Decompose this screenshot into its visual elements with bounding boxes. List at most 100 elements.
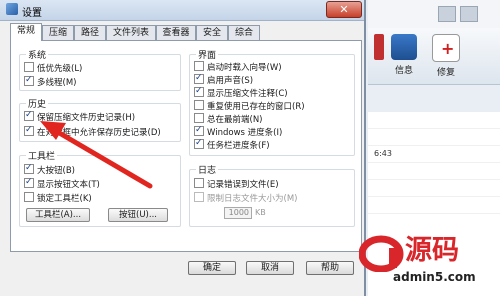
checkbox-box[interactable]	[24, 124, 34, 136]
checkbox-box[interactable]	[194, 192, 204, 202]
group-title: 工具栏	[26, 149, 58, 162]
svg-text:5: 5	[373, 247, 385, 267]
log-errors-checkbox[interactable]: 记录错误到文件(E)	[194, 178, 279, 190]
tab-paths[interactable]: 路径	[74, 25, 106, 40]
watermark-text: 源码	[405, 235, 459, 266]
enable-sound-checkbox[interactable]: 启用声音(S)	[194, 72, 254, 86]
help-button[interactable]: 帮助	[306, 261, 354, 275]
group-title: 系统	[26, 48, 49, 61]
background-toolbar: 信息 + 修复	[368, 28, 500, 85]
low-priority-checkbox[interactable]: 低优先级(L)	[24, 62, 82, 74]
checkbox-label: 大按钮(B)	[37, 166, 75, 176]
checkbox-box[interactable]	[194, 85, 204, 97]
checkbox-label: 在对话框中允许保存历史记录(D)	[37, 128, 161, 138]
checkbox-label: 多线程(M)	[37, 78, 77, 88]
background-titlebar	[368, 0, 500, 29]
checkbox-label: Windows 进度条(I)	[207, 128, 283, 138]
large-buttons-checkbox[interactable]: 大按钮(B)	[24, 162, 75, 176]
taskbar-progress-checkbox[interactable]: 任务栏进度条(F)	[194, 137, 270, 151]
repair-kit-icon: +	[432, 34, 460, 62]
checkbox-box[interactable]	[194, 124, 204, 136]
dialog-title: 设置	[22, 8, 42, 19]
checkbox-label: 记录错误到文件(E)	[207, 180, 279, 190]
always-on-top-checkbox[interactable]: 总在最前端(N)	[194, 113, 263, 125]
tab-viewer[interactable]: 查看器	[156, 25, 196, 40]
checkbox-box[interactable]	[24, 176, 34, 188]
log-group: 日志 记录错误到文件(E) 限制日志文件大小为(M) 1000 KB	[189, 163, 355, 227]
toolbar-repair-label: 修复	[436, 68, 455, 78]
checkbox-label: 总在最前端(N)	[207, 115, 263, 125]
show-button-text-checkbox[interactable]: 显示按钮文本(T)	[24, 176, 100, 190]
windows-progress-bar-checkbox[interactable]: Windows 进度条(I)	[194, 124, 283, 138]
toolbar-info-button[interactable]: 信息	[384, 34, 424, 76]
checkbox-box[interactable]	[194, 137, 204, 149]
history-group: 历史 保留压缩文件历史记录(H) 在对话框中允许保存历史记录(D)	[19, 97, 181, 142]
checkbox-box[interactable]	[24, 162, 34, 174]
multithread-checkbox[interactable]: 多线程(M)	[24, 74, 77, 88]
toolbar-edge	[374, 34, 384, 63]
show-archive-comment-checkbox[interactable]: 显示压缩文件注释(C)	[194, 85, 288, 99]
checkbox-label: 启动时载入向导(W)	[207, 63, 282, 73]
a5-logo-icon: 5	[359, 235, 404, 272]
tab-general[interactable]: 常规	[10, 23, 42, 41]
checkbox-box[interactable]	[194, 113, 204, 123]
list-item[interactable]	[368, 129, 500, 146]
list-item[interactable]	[368, 180, 500, 197]
settings-dialog: 设置 ✕ 常规 压缩 路径 文件列表 查看器 安全 综合 系统 低优先级(L) …	[0, 0, 366, 296]
checkbox-label: 保留压缩文件历史记录(H)	[37, 113, 136, 123]
buttons-customize-button[interactable]: 按钮(U)...	[108, 208, 168, 222]
checkbox-box[interactable]	[194, 72, 204, 84]
list-item[interactable]	[368, 197, 500, 214]
checkbox-box[interactable]	[194, 178, 204, 188]
list-item[interactable]: 6:43	[368, 146, 500, 163]
close-button[interactable]: ✕	[326, 1, 362, 18]
checkbox-label: 低优先级(L)	[37, 64, 83, 74]
reuse-window-checkbox[interactable]: 重复使用已存在的窗口(R)	[194, 100, 305, 112]
info-icon	[391, 34, 417, 60]
minimize-icon[interactable]	[438, 6, 456, 22]
list-item[interactable]	[368, 112, 500, 129]
tab-security[interactable]: 安全	[196, 25, 228, 40]
checkbox-label: 限制日志文件大小为(M)	[207, 194, 298, 204]
ok-button[interactable]: 确定	[188, 261, 236, 275]
checkbox-label: 任务栏进度条(F)	[207, 141, 270, 151]
checkbox-label: 启用声音(S)	[207, 76, 254, 86]
checkbox-label: 显示压缩文件注释(C)	[207, 89, 288, 99]
group-title: 界面	[196, 48, 219, 61]
system-group: 系统 低优先级(L) 多线程(M)	[19, 48, 181, 91]
checkbox-box[interactable]	[24, 74, 34, 86]
list-item[interactable]	[368, 163, 500, 180]
tab-file-list[interactable]: 文件列表	[106, 25, 156, 40]
checkbox-box[interactable]	[194, 61, 204, 71]
limit-log-size-checkbox[interactable]: 限制日志文件大小为(M)	[194, 192, 297, 204]
log-size-unit: KB	[255, 208, 266, 217]
tab-misc[interactable]: 综合	[228, 25, 260, 40]
keep-archive-history-checkbox[interactable]: 保留压缩文件历史记录(H)	[24, 109, 136, 123]
group-title: 日志	[196, 163, 219, 176]
checkbox-box[interactable]	[24, 62, 34, 72]
toolbar-info-label: 信息	[394, 66, 413, 76]
tab-panel-general: 系统 低优先级(L) 多线程(M) 历史 保留压缩文件历史记录(H) 在对话框中…	[10, 40, 362, 252]
dialog-history-checkbox[interactable]: 在对话框中允许保存历史记录(D)	[24, 124, 161, 138]
toolbar-repair-button[interactable]: + 修复	[426, 34, 466, 78]
dialog-titlebar[interactable]: 设置 ✕	[0, 0, 364, 21]
red-tool-icon	[374, 34, 384, 60]
lock-toolbar-checkbox[interactable]: 锁定工具栏(K)	[24, 192, 92, 204]
tab-compression[interactable]: 压缩	[42, 25, 74, 40]
checkbox-label: 锁定工具栏(K)	[37, 194, 92, 204]
checkbox-box[interactable]	[194, 100, 204, 110]
app-icon	[6, 3, 18, 15]
cancel-button[interactable]: 取消	[246, 261, 294, 275]
checkbox-label: 重复使用已存在的窗口(R)	[207, 102, 305, 112]
toolbar-group: 工具栏 大按钮(B) 显示按钮文本(T) 锁定工具栏(K) 工具栏(A)... …	[19, 149, 181, 227]
watermark-url: admin5.com	[393, 270, 476, 284]
interface-group: 界面 启动时载入向导(W) 启用声音(S) 显示压缩文件注释(C) 重复使用已存…	[189, 48, 355, 156]
maximize-icon[interactable]	[460, 6, 478, 22]
checkbox-box[interactable]	[24, 109, 34, 121]
checkbox-box[interactable]	[24, 192, 34, 202]
wizard-on-start-checkbox[interactable]: 启动时载入向导(W)	[194, 61, 282, 73]
watermark-logo: 5 源码 admin5.com	[355, 232, 495, 292]
log-size-input[interactable]: 1000	[224, 207, 252, 219]
toolbar-customize-button[interactable]: 工具栏(A)...	[26, 208, 90, 222]
checkbox-label: 显示按钮文本(T)	[37, 180, 100, 190]
